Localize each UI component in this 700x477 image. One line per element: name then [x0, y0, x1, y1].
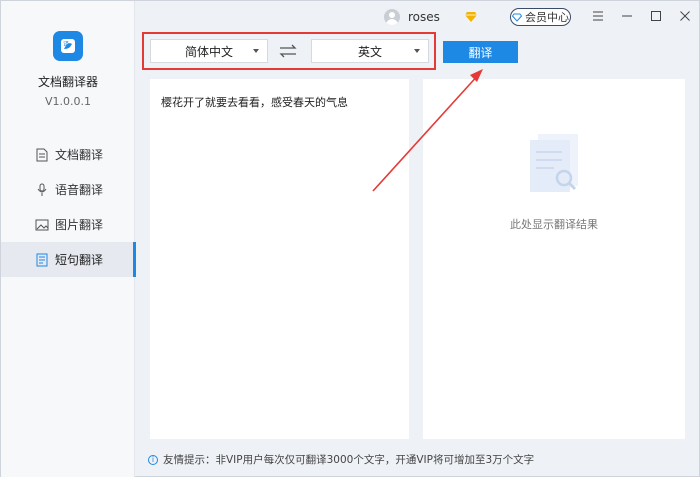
sidebar-item-label: 文档翻译	[55, 148, 104, 162]
tip-bar: i 友情提示：非VIP用户每次仅可翻译3000个文字，开通VIP将可增加至3万个…	[148, 452, 534, 467]
app-name: 文档翻译器	[37, 75, 98, 89]
sidebar-item-label: 短句翻译	[55, 253, 104, 267]
image-icon	[35, 218, 49, 232]
app-version: V1.0.0.1	[44, 95, 91, 108]
user-avatar[interactable]	[384, 9, 400, 25]
app-window: 译 文档翻译器 V1.0.0.1 文档翻译 语音翻译 图片翻译 短句翻译 ros…	[0, 0, 700, 477]
sidebar-item-label: 语音翻译	[55, 183, 104, 197]
target-language-value: 英文	[357, 44, 382, 59]
app-logo-icon: 译	[53, 31, 83, 61]
sidebar-nav: 文档翻译 语音翻译 图片翻译 短句翻译	[1, 137, 136, 277]
sidebar-item-image-translate[interactable]: 图片翻译	[1, 207, 135, 242]
username[interactable]: roses	[408, 10, 440, 24]
empty-document-search-icon	[530, 134, 578, 192]
chevron-down-icon	[414, 49, 420, 53]
result-panel: 此处显示翻译结果	[423, 79, 685, 439]
swap-languages-icon[interactable]	[278, 44, 298, 58]
target-language-select[interactable]: 英文	[311, 39, 429, 63]
menu-icon[interactable]	[591, 9, 605, 23]
chevron-down-icon	[253, 49, 259, 53]
vip-diamond-icon	[465, 12, 477, 22]
sidebar-item-voice-translate[interactable]: 语音翻译	[1, 172, 135, 207]
source-language-select[interactable]: 简体中文	[150, 39, 268, 63]
translate-button[interactable]: 翻译	[443, 41, 518, 63]
title-bar: roses 会员中心	[135, 1, 700, 33]
sidebar-item-sentence-translate[interactable]: 短句翻译	[1, 242, 136, 277]
info-icon: i	[148, 454, 158, 465]
source-text: 樱花开了就要去看看，感受春天的气息	[161, 96, 348, 109]
tip-text: 友情提示：非VIP用户每次仅可翻译3000个文字，开通VIP将可增加至3万个文字	[163, 454, 535, 466]
vip-center-button[interactable]: 会员中心	[510, 8, 571, 26]
diamond-outline-icon	[512, 13, 522, 22]
document-icon	[35, 148, 49, 162]
sidebar-item-label: 图片翻译	[55, 218, 104, 232]
svg-text:译: 译	[63, 40, 69, 48]
microphone-icon	[35, 183, 49, 197]
sidebar-item-document-translate[interactable]: 文档翻译	[1, 137, 135, 172]
close-icon[interactable]	[678, 9, 692, 23]
maximize-icon[interactable]	[649, 9, 663, 23]
result-placeholder: 此处显示翻译结果	[510, 218, 598, 231]
source-language-value: 简体中文	[184, 44, 233, 59]
source-text-area[interactable]: 樱花开了就要去看看，感受春天的气息	[150, 79, 409, 439]
vip-center-label: 会员中心	[525, 11, 569, 24]
sidebar: 译 文档翻译器 V1.0.0.1 文档翻译 语音翻译 图片翻译 短句翻译	[1, 1, 136, 477]
minimize-icon[interactable]	[620, 9, 634, 23]
text-lines-icon	[35, 253, 49, 267]
